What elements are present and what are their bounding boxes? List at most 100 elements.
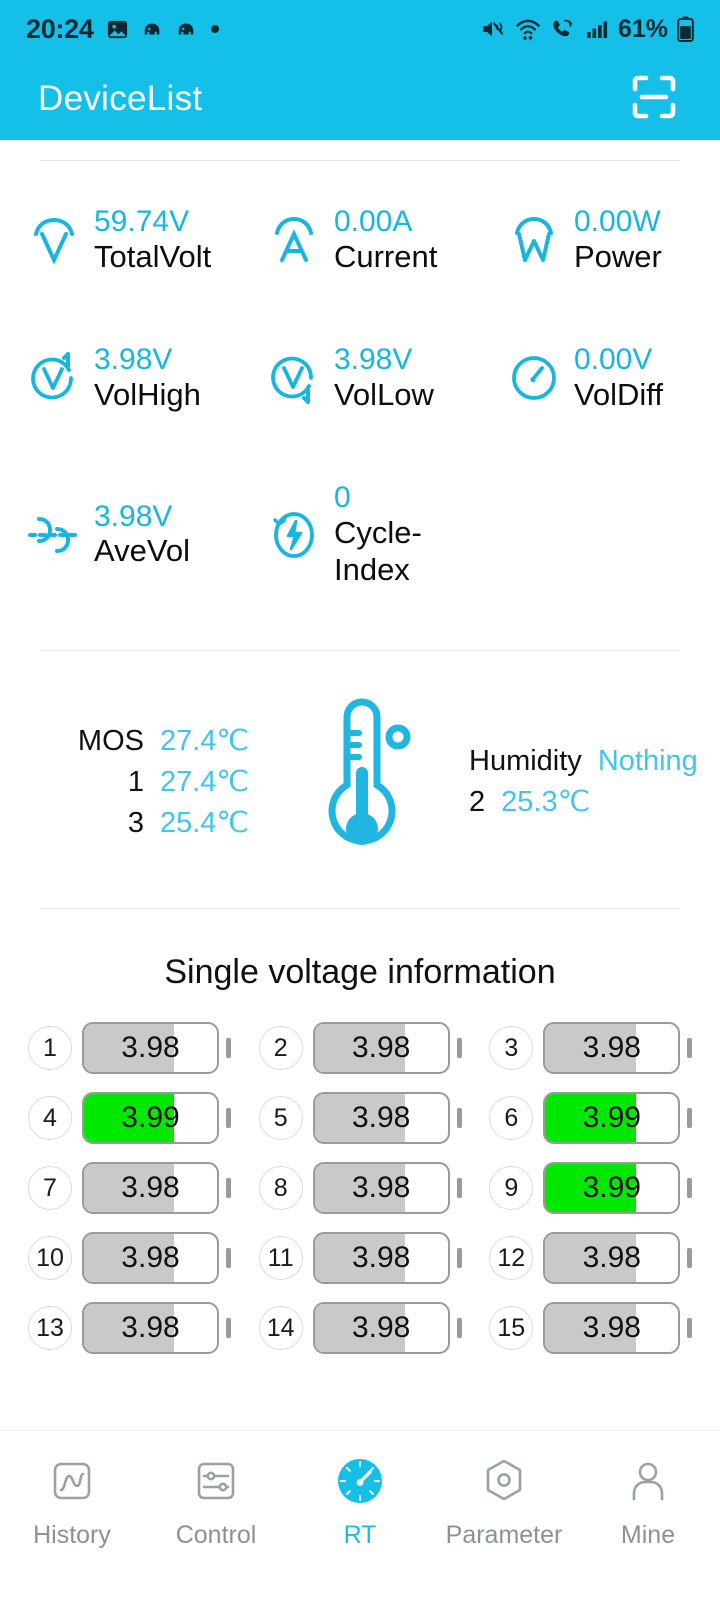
metrics-row-2: 3.98V VolHigh 3.98V VolLow 0.00V VolDiff <box>0 343 720 413</box>
battery-terminal-icon <box>456 1038 462 1059</box>
cell-index: 2 <box>258 1026 303 1071</box>
metric-power[interactable]: 0.00W Power <box>480 205 720 275</box>
app-screen: 20:24 61% DeviceList 59.74V TotalVolt 0.… <box>0 0 720 1600</box>
cell-value: 3.99 <box>121 1101 180 1135</box>
voltage-cell[interactable]: 4 3.99 <box>14 1092 245 1145</box>
metric-cycle-index[interactable]: 0 Cycle-Index <box>240 481 480 588</box>
metric-voldiff[interactable]: 0.00V VolDiff <box>480 343 720 413</box>
cell-index: 6 <box>489 1096 534 1141</box>
battery-terminal-icon <box>456 1248 462 1269</box>
battery-terminal-icon <box>456 1108 462 1129</box>
cell-value: 3.98 <box>351 1171 411 1205</box>
volt-meter-icon <box>26 210 82 270</box>
battery-percent: 61% <box>617 14 668 43</box>
cell-index: 11 <box>258 1236 303 1281</box>
battery-terminal-icon <box>226 1178 231 1199</box>
cell-value: 3.98 <box>121 1241 180 1275</box>
cell-battery-gauge: 3.98 <box>82 1302 219 1355</box>
voltage-cell[interactable]: 12 3.98 <box>475 1232 706 1285</box>
battery-terminal-icon <box>226 1038 231 1059</box>
voltage-cell[interactable]: 5 3.98 <box>245 1092 476 1145</box>
tab-label: History <box>33 1521 111 1549</box>
battery-terminal-icon <box>226 1248 231 1269</box>
cell-value: 3.99 <box>582 1171 641 1205</box>
cell-battery-gauge: 3.98 <box>312 1092 450 1145</box>
scan-button[interactable] <box>626 71 682 127</box>
metric-totalvolt[interactable]: 59.74V TotalVolt <box>0 205 240 275</box>
humidity-row: Humidity Nothing <box>469 744 698 778</box>
voltage-cell[interactable]: 3 3.98 <box>475 1022 706 1075</box>
cell-row: 4 3.99 5 3.98 6 3.99 <box>14 1092 706 1145</box>
cell-value: 3.98 <box>582 1311 641 1345</box>
voltage-cell[interactable]: 7 3.98 <box>14 1162 245 1215</box>
cell-value: 3.98 <box>121 1171 180 1205</box>
status-bar-left: 20:24 <box>26 14 221 45</box>
tab-rt[interactable]: RT <box>288 1453 432 1550</box>
metric-volhigh[interactable]: 3.98V VolHigh <box>0 343 240 413</box>
metrics-row-3: 3.98V AveVol 0 Cycle-Index <box>0 481 720 588</box>
dot-icon <box>209 23 221 35</box>
cell-row: 7 3.98 8 3.98 9 3.99 <box>14 1162 706 1215</box>
cell-value: 3.98 <box>351 1241 411 1275</box>
cell-value: 3.98 <box>582 1241 641 1275</box>
cell-index: 15 <box>489 1306 534 1351</box>
metric-current[interactable]: 0.00A Current <box>240 205 480 275</box>
tab-history[interactable]: History <box>0 1453 144 1550</box>
tab-mine[interactable]: Mine <box>576 1453 720 1550</box>
tab-label: Control <box>175 1521 257 1549</box>
voltage-cell[interactable]: 11 3.98 <box>245 1232 476 1285</box>
single-voltage-title: Single voltage information <box>164 953 556 992</box>
sliders-icon <box>191 1453 241 1509</box>
temperature-key: 3 <box>127 807 144 840</box>
chart-line-icon <box>47 1453 97 1509</box>
metric-vollow[interactable]: 3.98V VolLow <box>240 343 480 413</box>
voltage-cell[interactable]: 14 3.98 <box>245 1302 476 1355</box>
cell-index: 4 <box>28 1096 72 1141</box>
temperature-section: MOS 27.4℃ 1 27.4℃ 3 25.4℃ Humidity Nothi… <box>0 651 720 908</box>
battery-terminal-icon <box>226 1108 231 1129</box>
cell-row: 13 3.98 14 3.98 15 3.98 <box>14 1302 706 1355</box>
voltage-cell[interactable]: 2 3.98 <box>245 1022 476 1075</box>
cell-battery-gauge: 3.98 <box>312 1162 450 1215</box>
cell-index: 3 <box>489 1026 534 1071</box>
temperature-row: 3 25.4℃ <box>29 805 249 840</box>
voltage-cell[interactable]: 15 3.98 <box>475 1302 706 1355</box>
app-bar: DeviceList <box>0 58 720 140</box>
battery-terminal-icon <box>687 1318 693 1339</box>
volt-low-icon <box>266 348 322 408</box>
cell-battery-gauge: 3.99 <box>543 1092 681 1145</box>
status-time: 20:24 <box>26 13 94 44</box>
temperature-value: 25.4℃ <box>159 807 249 840</box>
voltage-cell[interactable]: 1 3.98 <box>14 1022 245 1075</box>
tab-parameter[interactable]: Parameter <box>432 1453 576 1550</box>
battery-terminal-icon <box>456 1318 462 1339</box>
voltage-cell[interactable]: 10 3.98 <box>14 1232 245 1285</box>
temperature-row: 2 25.3℃ <box>469 784 691 819</box>
metric-avevol[interactable]: 3.98V AveVol <box>0 481 240 588</box>
cell-index: 7 <box>28 1166 72 1211</box>
voltage-cell[interactable]: 6 3.99 <box>475 1092 706 1145</box>
temperature-key: MOS <box>77 725 144 758</box>
humidity-label: Humidity <box>469 744 582 777</box>
battery-terminal-icon <box>687 1178 693 1199</box>
metrics-row-1: 59.74V TotalVolt 0.00A Current 0.00W Pow… <box>0 205 720 275</box>
temperature-right-column: Humidity Nothing 2 25.3℃ <box>435 739 698 825</box>
voltage-cell[interactable]: 13 3.98 <box>14 1302 245 1355</box>
temperature-row: 1 27.4℃ <box>29 764 249 799</box>
cell-value: 3.98 <box>121 1031 180 1065</box>
tab-control[interactable]: Control <box>144 1453 288 1550</box>
temperature-value: 27.4℃ <box>159 766 249 799</box>
tab-label: RT <box>343 1521 377 1549</box>
cell-row: 10 3.98 11 3.98 12 3.98 <box>14 1232 706 1285</box>
hexagon-gear-icon <box>478 1453 530 1509</box>
metric-value: 3.98V <box>94 343 173 377</box>
cell-battery-gauge: 3.98 <box>543 1022 681 1075</box>
status-bar-right: 61% <box>480 15 694 44</box>
status-bar: 20:24 61% <box>0 0 720 58</box>
signal-icon <box>585 17 609 41</box>
cell-index: 10 <box>28 1236 72 1281</box>
metric-value: 0.00A <box>333 205 413 238</box>
voltage-cell[interactable]: 9 3.99 <box>475 1162 706 1215</box>
voltage-cell[interactable]: 8 3.98 <box>245 1162 476 1215</box>
battery-terminal-icon <box>226 1318 231 1339</box>
